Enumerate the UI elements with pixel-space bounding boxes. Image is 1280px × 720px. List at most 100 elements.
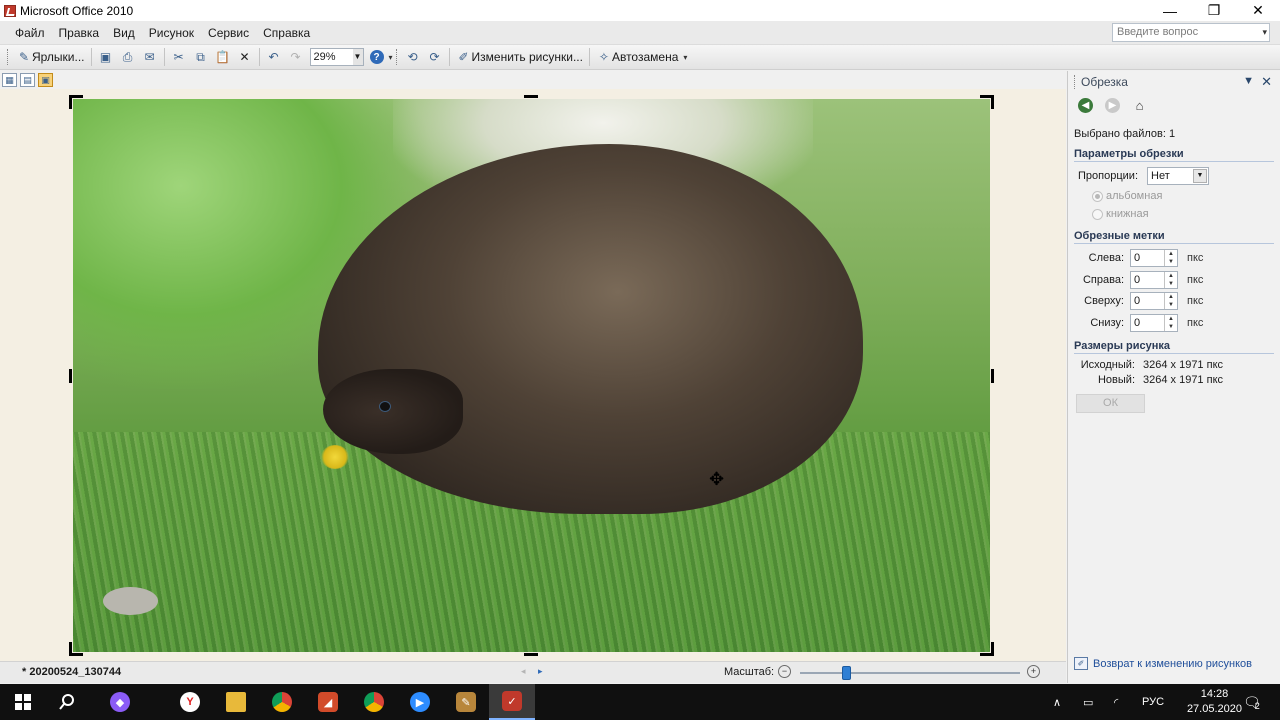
email-button[interactable]: ✉ (139, 47, 161, 67)
wifi-icon[interactable]: ◜ (1114, 684, 1118, 720)
taskbar-picture-manager[interactable]: ✓ (489, 684, 535, 720)
battery-icon[interactable]: ▭ (1083, 684, 1093, 720)
copy-button[interactable]: ⧉ (190, 47, 212, 67)
close-button[interactable]: ✕ (1236, 0, 1280, 21)
menu-picture[interactable]: Рисунок (142, 26, 201, 40)
menu-tools[interactable]: Сервис (201, 26, 256, 40)
toolbar-options-icon[interactable]: ▾ (683, 53, 687, 62)
crop-handle-bottom[interactable] (524, 653, 538, 656)
original-size-value: 3264 x 1971 пкс (1143, 359, 1224, 371)
previous-picture-icon[interactable]: ◂ (521, 666, 526, 677)
spinner-arrows-icon[interactable]: ▲ ▼ (1164, 315, 1177, 331)
crop-right-input[interactable]: 0 ▲ ▼ (1130, 271, 1178, 289)
hedgehog-photo[interactable] (73, 99, 990, 652)
crop-handle-bottom-right[interactable] (980, 642, 994, 656)
pane-menu-chevron-icon[interactable]: ▼ (1243, 75, 1254, 87)
chrome-icon (364, 692, 384, 712)
menu-help[interactable]: Справка (256, 26, 317, 40)
menu-view[interactable]: Вид (106, 26, 142, 40)
cut-button[interactable]: ✂ (168, 47, 190, 67)
crop-handle-right[interactable] (991, 369, 994, 383)
crop-left-label: Слева: (1088, 252, 1124, 264)
start-button[interactable] (0, 684, 46, 720)
thumbnail-view-icon[interactable]: ▦ (2, 73, 17, 87)
rotate-right-button[interactable]: ⟳ (424, 47, 446, 67)
autocorrect-button[interactable]: ✧ Автозамена (593, 47, 681, 67)
crop-handle-left[interactable] (69, 369, 72, 383)
system-clock[interactable]: 14:28 27.05.2020 (1187, 687, 1242, 717)
orientation-portrait-radio[interactable]: книжная (1092, 208, 1149, 220)
spinner-arrows-icon[interactable]: ▲ ▼ (1164, 272, 1177, 288)
rotate-left-button[interactable]: ⟲ (402, 47, 424, 67)
toolbar-grip[interactable] (395, 49, 399, 65)
notifications-button[interactable]: 🗨 2 (1243, 684, 1261, 720)
pane-grip[interactable] (1074, 75, 1076, 89)
taskbar-file-explorer[interactable] (213, 684, 259, 720)
shortcuts-button[interactable]: ✎ Ярлыки... (13, 47, 88, 67)
crop-left-input[interactable]: 0 ▲ ▼ (1130, 249, 1178, 267)
crop-top-input[interactable]: 0 ▲ ▼ (1130, 292, 1178, 310)
zoom-slider-track[interactable] (800, 672, 1020, 674)
crop-handle-top[interactable] (524, 95, 538, 98)
help-button[interactable]: ? (367, 47, 387, 67)
crop-right-unit: пкс (1187, 274, 1204, 286)
ask-question-input[interactable]: Введите вопрос ▾ (1112, 23, 1270, 42)
print-button[interactable]: ⎙ (117, 47, 139, 67)
chevron-down-icon[interactable]: ▼ (352, 49, 363, 65)
paste-button[interactable]: 📋 (212, 47, 234, 67)
delete-button[interactable]: ✕ (234, 47, 256, 67)
back-arrow-icon[interactable]: ◀ (1078, 97, 1093, 113)
menu-edit[interactable]: Правка (52, 26, 107, 40)
filmstrip-view-icon[interactable]: ▤ (20, 73, 35, 87)
home-icon[interactable]: ⌂ (1132, 98, 1147, 113)
crop-right-label: Справа: (1082, 274, 1124, 286)
redo-button[interactable]: ↷ (285, 47, 307, 67)
orientation-landscape-radio[interactable]: альбомная (1092, 190, 1162, 202)
spinner-arrows-icon[interactable]: ▲ ▼ (1164, 250, 1177, 266)
save-button[interactable]: ▣ (95, 47, 117, 67)
spinner-arrows-icon[interactable]: ▲ ▼ (1164, 293, 1177, 309)
zoom-in-icon[interactable]: + (1027, 665, 1040, 678)
toolbar-options-icon[interactable]: ▾ (389, 53, 393, 62)
return-link-label: Возврат к изменению рисунков (1093, 657, 1252, 670)
minimize-button[interactable]: — (1148, 0, 1192, 21)
taskbar-chrome[interactable] (259, 684, 305, 720)
orientation-landscape-label: альбомная (1106, 190, 1163, 202)
original-size-label: Исходный: (1080, 359, 1135, 371)
undo-button[interactable]: ↶ (263, 47, 285, 67)
picture-canvas[interactable]: ✥ (0, 89, 1066, 661)
taskbar-chrome-2[interactable] (351, 684, 397, 720)
chevron-down-icon[interactable]: ▼ (1193, 169, 1207, 183)
crop-bottom-input[interactable]: 0 ▲ ▼ (1130, 314, 1178, 332)
taskbar-search-button[interactable] (44, 684, 90, 720)
taskbar-picture-app[interactable]: ✎ (443, 684, 489, 720)
restore-button[interactable]: ❐ (1192, 0, 1236, 21)
taskbar-app-red[interactable]: ◢ (305, 684, 351, 720)
ok-button[interactable]: ОК (1076, 394, 1145, 413)
zoom-out-icon[interactable]: − (778, 665, 791, 678)
taskbar-zoom[interactable]: ▶ (397, 684, 443, 720)
aspect-select[interactable]: Нет ▼ (1147, 167, 1209, 185)
toolbar-grip[interactable] (7, 49, 10, 65)
return-to-edit-link[interactable]: ✐ Возврат к изменению рисунков (1074, 657, 1252, 670)
language-indicator[interactable]: РУС (1142, 684, 1164, 720)
zoom-slider-thumb[interactable] (842, 666, 852, 680)
menu-file[interactable]: Файл (8, 26, 52, 40)
crop-handle-top-right[interactable] (980, 95, 994, 109)
tray-chevron-icon[interactable]: ∧ (1053, 684, 1061, 720)
crop-handle-bottom-left[interactable] (69, 642, 83, 656)
crop-handle-top-left[interactable] (69, 95, 83, 109)
shortcuts-label: Ярлыки... (32, 50, 85, 64)
forward-arrow-icon[interactable]: ▶ (1105, 97, 1120, 113)
taskbar-yandex-browser[interactable]: Y (167, 684, 213, 720)
pane-navigation: ◀ ▶ ⌂ (1068, 93, 1280, 117)
single-picture-view-icon[interactable]: ▣ (38, 73, 53, 87)
windows-taskbar: ◆ Y ◢ ▶ ✎ ✓ ∧ ▭ ◜ РУС 14:28 27.05.2020 🗨… (0, 684, 1280, 720)
edit-pictures-button[interactable]: ✐ Изменить рисунки... (453, 47, 586, 67)
taskbar-alice[interactable]: ◆ (97, 684, 143, 720)
pane-close-icon[interactable]: ✕ (1261, 74, 1272, 90)
next-picture-icon[interactable]: ▸ (538, 666, 543, 677)
chevron-down-icon[interactable]: ▾ (1262, 24, 1267, 41)
zoom-select[interactable]: 29% ▼ (309, 48, 364, 66)
clock-date: 27.05.2020 (1186, 703, 1242, 715)
